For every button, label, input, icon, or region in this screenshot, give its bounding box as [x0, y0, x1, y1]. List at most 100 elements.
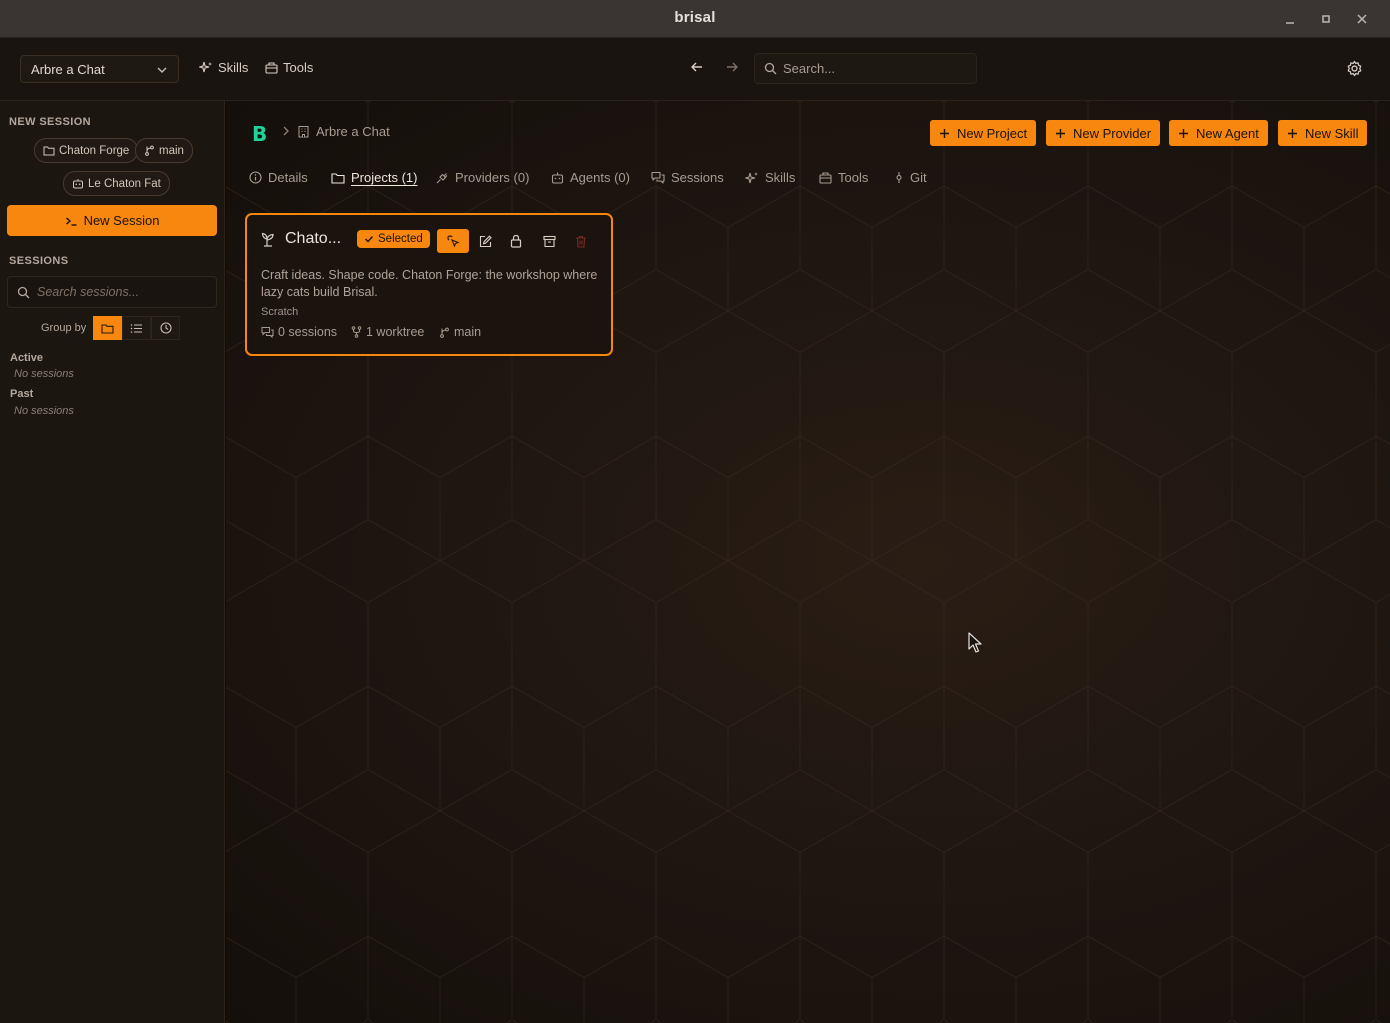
project-branch-label: main	[454, 325, 482, 339]
group-title-active: Active	[10, 352, 44, 364]
forward-arrow-icon[interactable]	[725, 60, 739, 74]
archive-project-button[interactable]	[533, 229, 565, 253]
group-by-time-button[interactable]	[151, 316, 180, 340]
session-search-input[interactable]	[37, 285, 207, 299]
pointer-click-icon	[446, 234, 460, 248]
project-tag: Scratch	[261, 306, 299, 318]
project-card[interactable]: Chato... Selected Craft ideas. Shape cod…	[245, 213, 613, 356]
new-project-label: New Project	[957, 125, 1028, 141]
breadcrumb-label: Arbre a Chat	[316, 124, 390, 139]
tab-git-label: Git	[910, 170, 927, 185]
project-chip-label: Chaton Forge	[59, 144, 130, 157]
toolbox-icon	[265, 61, 278, 74]
back-arrow-icon[interactable]	[690, 60, 704, 74]
project-sessions-count: 0 sessions	[261, 325, 337, 339]
sparkles-icon	[199, 61, 213, 75]
search-input[interactable]	[783, 61, 963, 76]
group-empty-past: No sessions	[14, 405, 74, 417]
lock-project-button[interactable]	[500, 229, 532, 253]
clock-icon	[159, 322, 172, 334]
new-session-button[interactable]: New Session	[7, 205, 217, 236]
breadcrumb-separator-icon	[282, 126, 290, 136]
tab-sessions-label: Sessions	[671, 170, 724, 185]
branch-chip-label: main	[159, 144, 184, 157]
top-bar: Arbre a Chat Skills Tools	[0, 38, 1390, 101]
plug-icon	[436, 171, 449, 184]
search-icon	[764, 62, 777, 75]
terminal-icon	[65, 215, 78, 227]
new-provider-label: New Provider	[1073, 125, 1152, 141]
bot-icon	[551, 171, 564, 184]
new-agent-label: New Agent	[1196, 125, 1259, 141]
git-fork-icon	[351, 326, 362, 338]
chevron-down-icon	[156, 64, 168, 76]
session-search[interactable]	[7, 276, 217, 308]
tab-projects-label: Projects (1)	[351, 170, 418, 185]
maximize-icon[interactable]	[1319, 12, 1333, 26]
git-branch-icon	[439, 327, 450, 338]
agent-chip[interactable]: Le Chaton Fat	[63, 171, 170, 196]
folder-icon	[101, 323, 114, 334]
tab-providers[interactable]: Providers (0)	[436, 170, 529, 185]
group-empty-active: No sessions	[14, 368, 74, 380]
edit-project-button[interactable]	[469, 229, 501, 253]
group-by-list-button[interactable]	[122, 316, 151, 340]
window-title: brisal	[674, 9, 716, 26]
tab-git[interactable]: Git	[894, 170, 927, 185]
git-commit-icon	[894, 171, 904, 184]
skills-link[interactable]: Skills	[199, 60, 248, 75]
breadcrumb[interactable]: Arbre a Chat	[297, 124, 390, 139]
plus-icon	[939, 128, 950, 139]
global-search[interactable]	[754, 53, 977, 84]
trash-icon	[575, 235, 587, 248]
delete-project-button[interactable]	[565, 229, 597, 253]
minimize-icon[interactable]	[1283, 12, 1297, 26]
main-panel: B Arbre a Chat New Project New Provider …	[226, 101, 1390, 1023]
edit-icon	[479, 234, 492, 248]
chat-icon	[261, 326, 274, 338]
title-bar: brisal	[0, 0, 1390, 38]
new-provider-button[interactable]: New Provider	[1046, 120, 1161, 146]
sessions-heading: SESSIONS	[9, 255, 69, 267]
tab-projects[interactable]: Projects (1)	[331, 170, 417, 185]
new-project-button[interactable]: New Project	[930, 120, 1037, 146]
tab-skills-label: Skills	[765, 170, 796, 185]
tab-agents-label: Agents (0)	[570, 170, 630, 185]
selected-badge-label: Selected	[378, 233, 423, 245]
tab-providers-label: Providers (0)	[455, 170, 530, 185]
git-branch-icon	[144, 145, 155, 156]
project-card-title: Chato...	[285, 230, 342, 247]
tab-details[interactable]: Details	[249, 170, 308, 185]
group-by-folder-button[interactable]	[93, 316, 122, 340]
tab-skills[interactable]: Skills	[745, 170, 795, 185]
new-agent-button[interactable]: New Agent	[1169, 120, 1268, 146]
tab-agents[interactable]: Agents (0)	[551, 170, 630, 185]
sprout-icon	[261, 231, 277, 247]
project-worktree-count: 1 worktree	[351, 325, 424, 339]
project-selector[interactable]: Arbre a Chat	[20, 55, 179, 83]
gear-icon[interactable]	[1346, 60, 1363, 77]
tab-tools[interactable]: Tools	[819, 170, 868, 185]
plus-icon	[1055, 128, 1066, 139]
agent-chip-label: Le Chaton Fat	[88, 177, 161, 190]
archive-icon	[542, 235, 556, 248]
project-description: Craft ideas. Shape code. Chaton Forge: t…	[261, 268, 598, 299]
tab-sessions[interactable]: Sessions	[651, 170, 724, 185]
lock-icon	[510, 234, 522, 248]
selected-badge: Selected	[357, 230, 430, 248]
new-skill-button[interactable]: New Skill	[1278, 120, 1368, 146]
check-icon	[364, 234, 374, 244]
folder-icon	[43, 145, 55, 156]
building-icon	[297, 125, 310, 138]
list-icon	[130, 323, 143, 334]
select-project-button[interactable]	[437, 229, 469, 253]
search-icon	[17, 286, 30, 299]
mouse-cursor-icon	[968, 632, 982, 654]
close-icon[interactable]	[1355, 12, 1369, 26]
tools-link[interactable]: Tools	[265, 60, 313, 75]
project-chip[interactable]: Chaton Forge	[34, 138, 139, 163]
branch-chip[interactable]: main	[135, 138, 193, 163]
tab-details-label: Details	[268, 170, 308, 185]
project-sessions-label: 0 sessions	[278, 325, 338, 339]
tools-link-label: Tools	[283, 60, 314, 75]
